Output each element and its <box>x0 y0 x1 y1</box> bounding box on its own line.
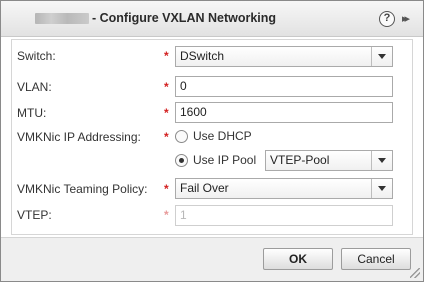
vtep-label: VTEP: <box>17 208 52 222</box>
use-ip-pool-label[interactable]: Use IP Pool <box>193 153 256 167</box>
chevron-down-icon[interactable] <box>371 47 392 66</box>
ip-pool-select-value: VTEP-Pool <box>270 153 330 167</box>
teaming-policy-select-value: Fail Over <box>180 181 229 195</box>
mtu-input-value: 1600 <box>180 105 207 119</box>
vtep-input: 1 <box>175 205 393 226</box>
vlan-label: VLAN: <box>17 80 52 94</box>
mtu-label: MTU: <box>17 106 47 120</box>
ip-addressing-label: VMKNic IP Addressing: <box>17 130 141 144</box>
required-icon: * <box>164 106 169 120</box>
required-icon: * <box>164 80 169 94</box>
cancel-button[interactable]: Cancel <box>341 248 411 270</box>
required-icon: * <box>164 208 169 222</box>
use-dhcp-label[interactable]: Use DHCP <box>193 129 252 143</box>
switch-label: Switch: <box>17 49 56 63</box>
switch-select[interactable]: DSwitch <box>175 46 393 67</box>
chevron-down-icon[interactable] <box>371 179 392 198</box>
required-icon: * <box>164 182 169 196</box>
teaming-policy-label: VMKNic Teaming Policy: <box>17 182 148 196</box>
vtep-input-value: 1 <box>180 208 187 222</box>
chevron-down-icon[interactable] <box>371 151 392 170</box>
required-icon: * <box>164 49 169 63</box>
teaming-policy-select[interactable]: Fail Over <box>175 178 393 199</box>
expand-icon[interactable]: ▸▸ <box>402 11 416 27</box>
redacted-host-name <box>35 13 89 24</box>
ip-pool-select[interactable]: VTEP-Pool <box>265 150 393 171</box>
ok-button[interactable]: OK <box>263 248 333 270</box>
use-dhcp-radio[interactable] <box>175 130 188 143</box>
configure-vxlan-dialog: - Configure VXLAN Networking ? ▸▸ Switch… <box>0 0 424 282</box>
required-icon: * <box>164 130 169 144</box>
help-icon[interactable]: ? <box>379 11 395 27</box>
switch-select-value: DSwitch <box>180 49 225 63</box>
resize-grip-icon[interactable] <box>410 268 420 278</box>
dialog-titlebar: - Configure VXLAN Networking ? ▸▸ <box>1 1 423 37</box>
vlan-input[interactable]: 0 <box>175 76 393 97</box>
use-ip-pool-radio[interactable] <box>175 154 188 167</box>
vlan-input-value: 0 <box>180 79 187 93</box>
dialog-title: - Configure VXLAN Networking <box>92 11 277 25</box>
mtu-input[interactable]: 1600 <box>175 102 393 123</box>
